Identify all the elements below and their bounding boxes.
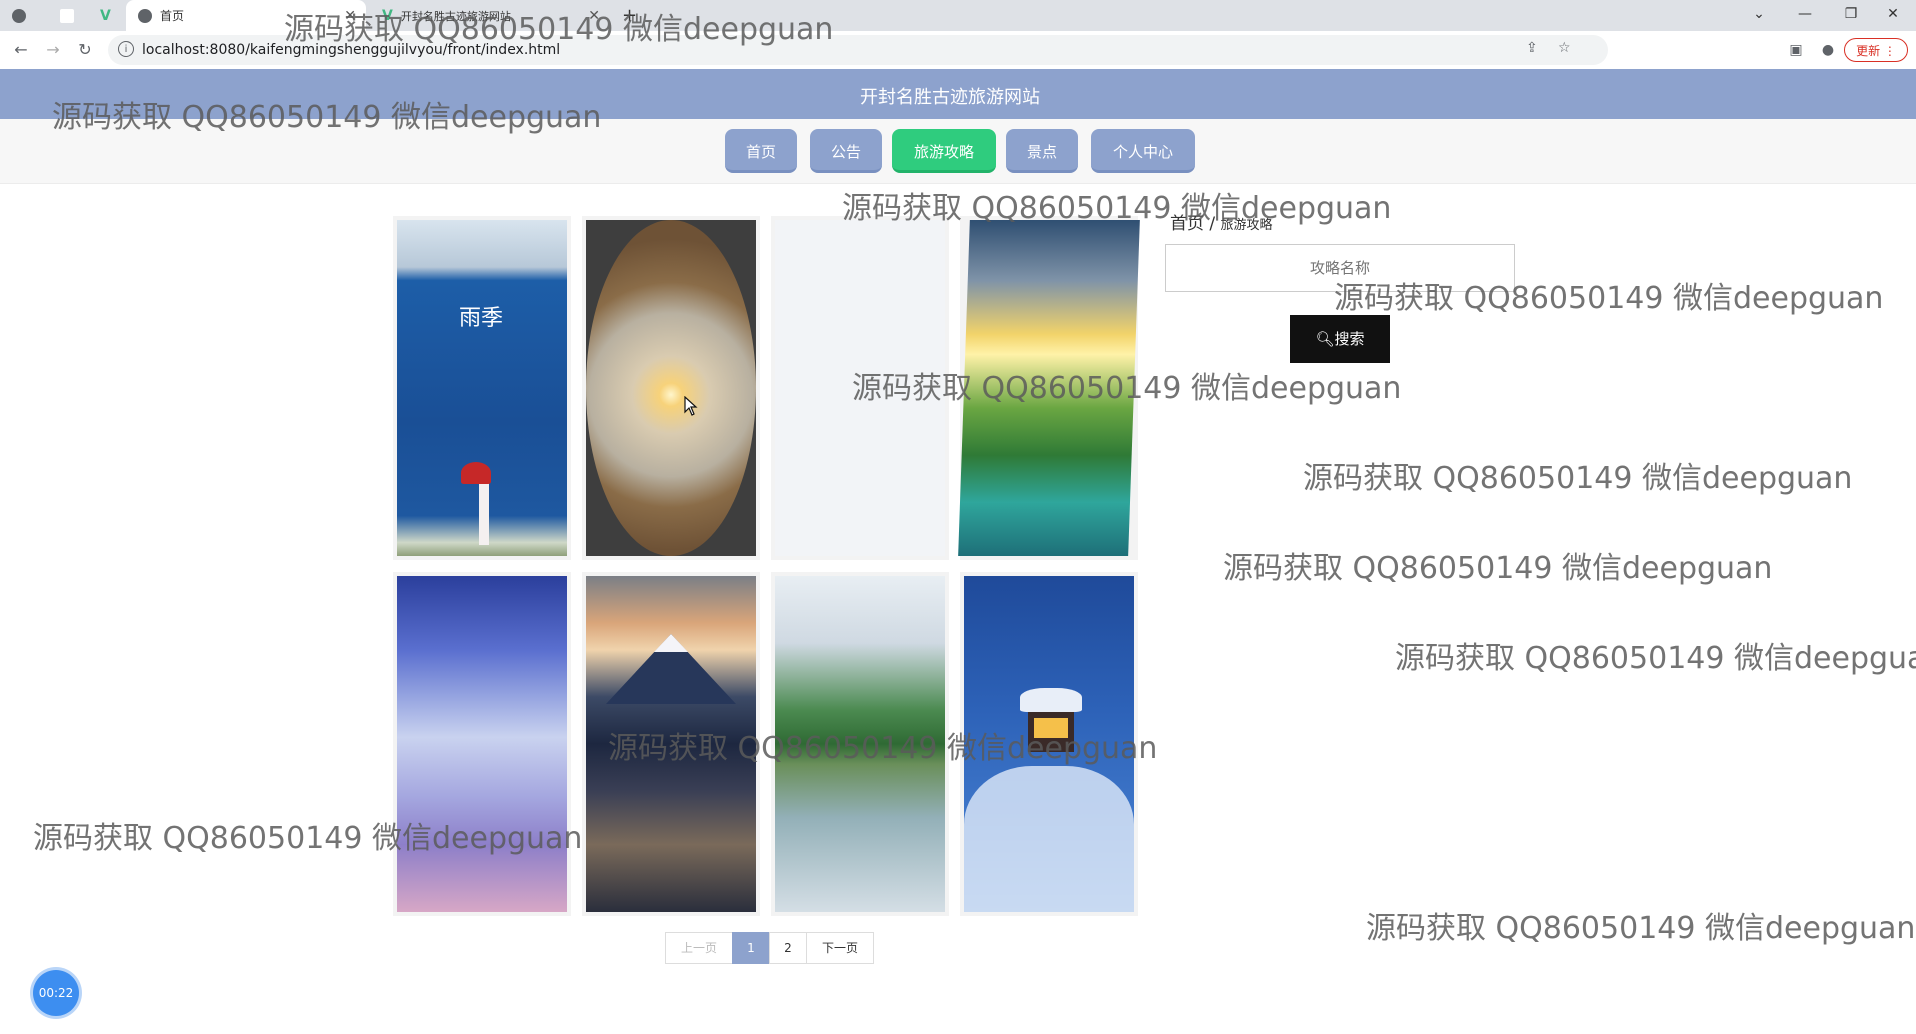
- guide-card[interactable]: 雨季: [393, 216, 571, 560]
- guide-card[interactable]: [582, 572, 760, 916]
- guide-image[interactable]: [586, 220, 756, 556]
- new-tab-button[interactable]: +: [614, 0, 644, 31]
- mouse-cursor-icon: [684, 396, 698, 416]
- pagination-page-2[interactable]: 2: [769, 932, 807, 964]
- watermark: 源码获取 QQ86050149 微信deepguan: [1223, 551, 1773, 586]
- search-button-label: 搜索: [1334, 330, 1365, 348]
- main-nav: 首页 公告 旅游攻略 景点 个人中心: [0, 119, 1916, 184]
- breadcrumb-current: 旅游攻略: [1220, 218, 1273, 233]
- tab-pinned-3[interactable]: V: [90, 0, 126, 31]
- nav-home[interactable]: 首页: [725, 129, 797, 173]
- reload-icon[interactable]: ↻: [72, 37, 98, 63]
- tab-pinned-2[interactable]: [48, 0, 84, 31]
- vue-icon: V: [382, 7, 393, 24]
- watermark: 源码获取 QQ86050149 微信deepguan: [1366, 911, 1916, 946]
- lit-window-shape: [1034, 718, 1068, 738]
- pagination-page-1[interactable]: 1: [732, 932, 770, 964]
- bookmark-star-icon[interactable]: ☆: [1558, 40, 1571, 56]
- snow-ground-shape: [964, 766, 1134, 912]
- pagination-next[interactable]: 下一页: [806, 932, 874, 964]
- url-text[interactable]: localhost:8080/kaifengmingshenggujilvyou…: [142, 42, 560, 58]
- image-caption: 雨季: [459, 306, 504, 331]
- desert-sunset-oval: [586, 220, 756, 556]
- red-umbrella-shape: [461, 462, 491, 484]
- update-label: 更新: [1856, 44, 1881, 58]
- vue-icon: V: [100, 7, 111, 24]
- close-icon[interactable]: ✕: [588, 8, 600, 24]
- guide-image[interactable]: [775, 576, 945, 912]
- tab-search-button[interactable]: ⌄: [1736, 0, 1782, 31]
- nav-notice[interactable]: 公告: [810, 129, 882, 173]
- search-input[interactable]: [1165, 244, 1515, 292]
- pagination-prev[interactable]: 上一页: [665, 932, 733, 964]
- search-icon: 🔍︎: [1315, 330, 1335, 348]
- figure-shape: [479, 475, 489, 545]
- window-close-button[interactable]: ✕: [1870, 0, 1916, 31]
- tab-pinned-1[interactable]: [0, 0, 40, 31]
- forward-icon[interactable]: →: [40, 37, 66, 63]
- watermark: 源码获取 QQ86050149 微信deepguan: [1303, 461, 1853, 496]
- tab-site[interactable]: V 开封名胜古迹旅游网站 ✕: [370, 0, 610, 31]
- share-icon[interactable]: ⇪: [1526, 40, 1538, 56]
- guide-image[interactable]: 雨季: [397, 220, 567, 556]
- breadcrumb-separator: /: [1209, 214, 1216, 234]
- address-bar-row: ← → ↻ i localhost:8080/kaifengmingshengg…: [0, 31, 1916, 70]
- nav-user-center[interactable]: 个人中心: [1091, 129, 1195, 173]
- site-header: 开封名胜古迹旅游网站: [0, 69, 1916, 119]
- browser-tab-strip: V 首页 ✕ V 开封名胜古迹旅游网站 ✕ + ⌄ — ❐ ✕: [0, 0, 1916, 31]
- tab-title: 开封名胜古迹旅游网站: [400, 9, 511, 23]
- globe-icon: [12, 8, 26, 23]
- nav-travel-guide[interactable]: 旅游攻略: [892, 129, 996, 173]
- snow-cap-shape: [654, 634, 688, 652]
- omnibox[interactable]: i localhost:8080/kaifengmingshenggujilvy…: [108, 35, 1608, 65]
- globe-icon: [138, 8, 152, 23]
- guide-image[interactable]: [397, 576, 567, 912]
- back-icon[interactable]: ←: [8, 37, 34, 63]
- info-icon[interactable]: i: [118, 41, 134, 57]
- guide-card[interactable]: [960, 572, 1138, 916]
- restore-button[interactable]: ❐: [1828, 0, 1874, 31]
- close-icon[interactable]: ✕: [344, 8, 356, 24]
- recording-timer: 00:22: [33, 970, 79, 1016]
- guide-image[interactable]: [964, 576, 1134, 912]
- guide-card[interactable]: [771, 572, 949, 916]
- breadcrumb-home[interactable]: 首页: [1170, 214, 1204, 234]
- page-icon: [60, 8, 74, 23]
- snow-roof-shape: [1020, 688, 1082, 712]
- tab-home[interactable]: 首页 ✕: [126, 0, 366, 31]
- nav-attractions[interactable]: 景点: [1006, 129, 1078, 173]
- breadcrumb: 首页 / 旅游攻略: [1170, 209, 1273, 234]
- guide-card[interactable]: [393, 572, 571, 916]
- profile-icon[interactable]: ●: [1818, 40, 1838, 60]
- guide-card[interactable]: [958, 216, 1140, 560]
- guide-image[interactable]: [958, 220, 1140, 556]
- side-panel-icon[interactable]: ▣: [1786, 40, 1806, 60]
- search-button[interactable]: 🔍︎搜索: [1290, 315, 1390, 363]
- guide-image-blank[interactable]: [775, 220, 945, 556]
- site-title: 开封名胜古迹旅游网站: [860, 87, 1040, 108]
- guide-card[interactable]: [771, 216, 949, 560]
- update-button[interactable]: 更新 ⋮: [1844, 38, 1908, 62]
- guide-card[interactable]: [582, 216, 760, 560]
- guide-image[interactable]: [586, 576, 756, 912]
- tab-title: 首页: [160, 9, 185, 23]
- watermark: 源码获取 QQ86050149 微信deepguan: [1395, 641, 1916, 676]
- plus-icon: +: [622, 5, 638, 26]
- minimize-button[interactable]: —: [1782, 0, 1828, 31]
